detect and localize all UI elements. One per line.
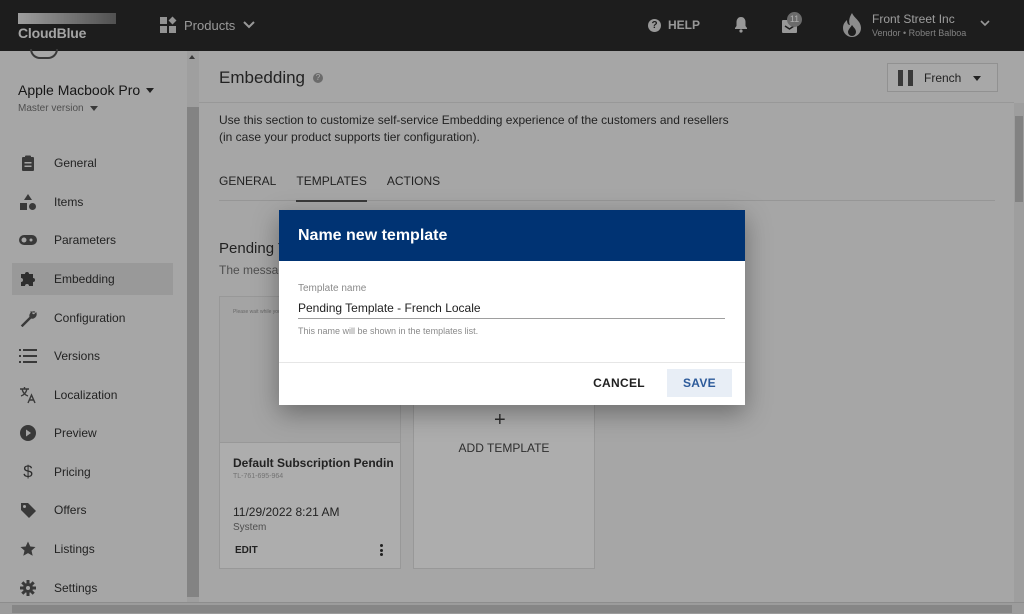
dialog-header: Name new template <box>279 210 745 261</box>
cancel-button[interactable]: CANCEL <box>585 369 653 397</box>
dialog-divider <box>279 362 745 363</box>
save-button[interactable]: SAVE <box>667 369 732 397</box>
dialog-title: Name new template <box>298 227 448 244</box>
template-name-label: Template name <box>298 283 367 294</box>
template-name-hint: This name will be shown in the templates… <box>298 326 479 336</box>
name-template-dialog: Name new template Template name This nam… <box>279 210 745 405</box>
template-name-input[interactable] <box>298 297 725 319</box>
